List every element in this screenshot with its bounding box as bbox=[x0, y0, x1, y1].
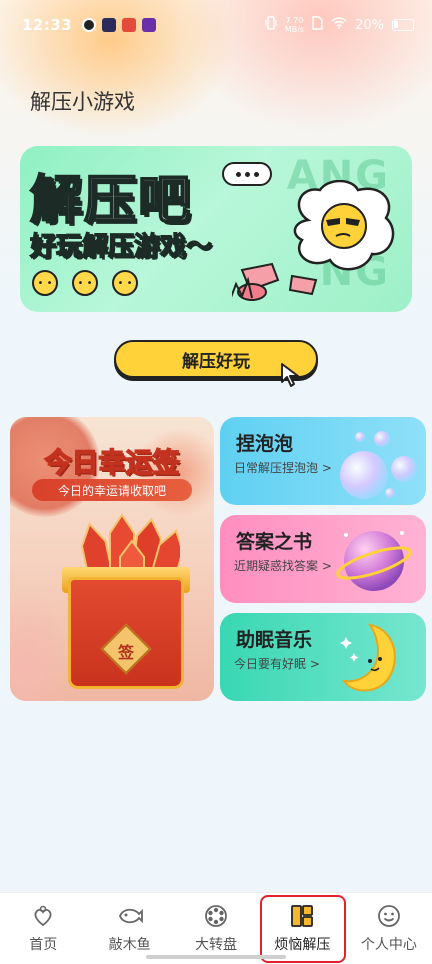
banner-title: 解压吧 bbox=[29, 170, 193, 232]
sleep-desc: 今日要有好眠 > bbox=[234, 657, 320, 671]
fortune-title: 今日幸运签 bbox=[44, 447, 181, 480]
network-speed-value: 7.70 bbox=[285, 16, 304, 25]
sleep-title: 助眠音乐 bbox=[236, 629, 313, 651]
notification-app-icon bbox=[82, 18, 97, 32]
wheel-icon bbox=[203, 903, 229, 929]
planet-icon bbox=[336, 531, 412, 591]
status-right: 7.70 MB/s 20% bbox=[265, 16, 414, 34]
smiley-icon: • • bbox=[32, 270, 58, 296]
vibrate-icon bbox=[265, 16, 277, 34]
nav-label: 大转盘 bbox=[195, 937, 238, 953]
network-speed-unit: MB/s bbox=[284, 25, 305, 34]
sleep-music-card[interactable]: 助眠音乐 今日要有好眠 > bbox=[220, 613, 426, 701]
smiley-icon: • • bbox=[112, 270, 138, 296]
notification-app-icon bbox=[122, 18, 137, 32]
sim-icon bbox=[312, 16, 323, 34]
fortune-subtitle: 今日的幸运请收取吧 bbox=[32, 479, 192, 501]
nav-item-wheel[interactable]: 大转盘 bbox=[173, 893, 259, 964]
bubbles-icon bbox=[340, 431, 417, 499]
nav-item-profile[interactable]: 个人中心 bbox=[346, 893, 432, 964]
nav-label: 首页 bbox=[29, 937, 58, 953]
battery-percent: 20% bbox=[355, 17, 384, 33]
notification-icons bbox=[82, 18, 157, 32]
wooden-fish-icon bbox=[117, 903, 143, 929]
nav-label: 烦恼解压 bbox=[274, 937, 331, 953]
fortune-card[interactable]: 今日幸运签 今日的幸运请收取吧 签 bbox=[10, 417, 214, 701]
nav-label: 敲木鱼 bbox=[108, 937, 151, 953]
battery-icon bbox=[392, 19, 414, 31]
bubble-desc: 日常解压捏泡泡 > bbox=[234, 461, 332, 475]
bubble-card[interactable]: 捏泡泡 日常解压捏泡泡 > bbox=[220, 417, 426, 505]
egg-character-illustration bbox=[293, 180, 395, 271]
nav-label: 个人中心 bbox=[360, 937, 417, 953]
banner-subtitle: 好玩解压游戏～ bbox=[29, 231, 213, 262]
status-bar: 12:33 7.70 MB/s 20% bbox=[0, 0, 432, 50]
notification-app-icon bbox=[102, 18, 117, 32]
nav-item-wooden-fish[interactable]: 敲木鱼 bbox=[86, 893, 172, 964]
smiley-row: • • • • • • bbox=[32, 270, 138, 296]
answer-title: 答案之书 bbox=[236, 531, 313, 553]
notification-app-icon bbox=[142, 18, 157, 32]
profile-icon bbox=[376, 903, 402, 929]
hero-banner[interactable]: ANG NG NG 解压吧 好玩解压游戏～ • • • • • • bbox=[20, 146, 412, 312]
page-title: 解压小游戏 bbox=[30, 90, 135, 114]
bubble-title: 捏泡泡 bbox=[236, 433, 294, 455]
speech-bubble-icon bbox=[222, 162, 272, 186]
nav-item-home[interactable]: 首页 bbox=[0, 893, 86, 964]
network-speed: 7.70 MB/s bbox=[285, 16, 304, 34]
nav-item-worry-relief[interactable]: 烦恼解压 bbox=[259, 893, 345, 964]
pointer-cursor-icon bbox=[281, 363, 299, 387]
answer-book-card[interactable]: 答案之书 近期疑惑找答案 > bbox=[220, 515, 426, 603]
flower-decoration bbox=[10, 591, 70, 701]
moon-icon bbox=[340, 623, 396, 692]
status-time: 12:33 bbox=[22, 16, 73, 34]
wifi-icon bbox=[331, 17, 347, 33]
bottom-navigation: 首页 敲木鱼 大转盘 烦恼解压 个人中心 bbox=[0, 892, 432, 964]
home-icon bbox=[30, 903, 56, 929]
smiley-icon: • • bbox=[72, 270, 98, 296]
home-indicator[interactable] bbox=[146, 955, 286, 959]
bag-seal-text: 签 bbox=[117, 643, 134, 662]
grid-icon bbox=[289, 903, 315, 929]
answer-desc: 近期疑惑找答案 > bbox=[234, 559, 332, 573]
